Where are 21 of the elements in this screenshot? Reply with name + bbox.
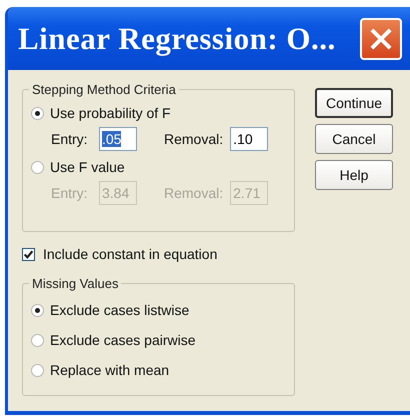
input-field[interactable]: .10 [230, 127, 268, 151]
dialog-button[interactable]: Help [315, 160, 393, 190]
radio-option[interactable]: Exclude cases pairwise [31, 327, 196, 353]
dialog-button[interactable]: Continue [315, 88, 393, 118]
radio-option[interactable]: Exclude cases listwise [31, 297, 190, 323]
field-label: Removal: [164, 185, 224, 201]
radio-option[interactable]: Replace with mean [31, 357, 170, 383]
checkmark-icon [23, 248, 34, 260]
checkbox-option[interactable]: Include constant in equation [22, 246, 218, 262]
field-label: Removal: [164, 131, 224, 147]
field-label: Entry: [51, 185, 89, 201]
field-label: Entry: [51, 131, 89, 147]
radio-option[interactable]: Use F value [31, 155, 125, 179]
input-field[interactable]: .05 [99, 127, 137, 151]
dialog-button[interactable]: Cancel [315, 124, 393, 154]
close-icon [370, 28, 392, 50]
group-title: Stepping Method Criteria [31, 82, 177, 97]
group-title: Missing Values [31, 276, 120, 291]
radio-option[interactable]: Use probability of F [31, 101, 171, 125]
window-title: Linear Regression: O... [18, 20, 336, 56]
close-button[interactable] [360, 18, 402, 60]
